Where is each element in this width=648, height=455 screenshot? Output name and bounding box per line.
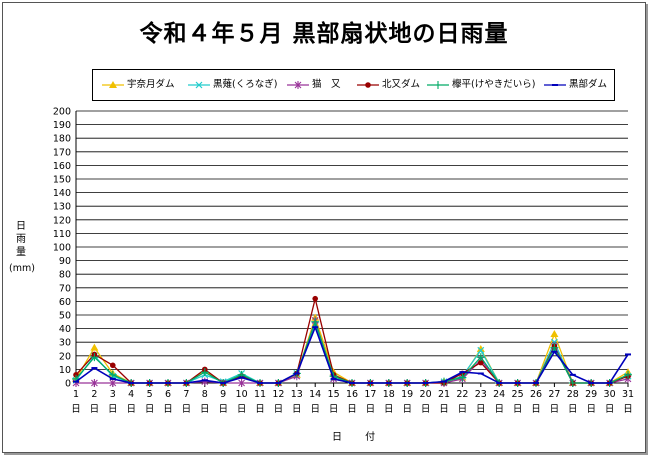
series-1 bbox=[72, 313, 632, 386]
y-tick-label: 100 bbox=[53, 243, 71, 254]
series-line bbox=[75, 322, 629, 384]
x-tick-suffix: 日 bbox=[402, 404, 412, 415]
data-point bbox=[90, 343, 99, 351]
x-tick-label: 15 bbox=[328, 389, 340, 400]
x-tick-label: 29 bbox=[585, 389, 597, 400]
x-tick-label: 24 bbox=[493, 389, 505, 400]
x-tick-label: 28 bbox=[567, 389, 579, 400]
x-tick-suffix: 日 bbox=[568, 404, 578, 415]
x-tick-label: 26 bbox=[530, 389, 542, 400]
x-tick-label: 27 bbox=[548, 389, 560, 400]
series-4 bbox=[73, 295, 631, 386]
x-tick-suffix: 日 bbox=[347, 404, 357, 415]
x-tick-label: 31 bbox=[622, 389, 634, 400]
series-line bbox=[75, 319, 629, 384]
x-tick-label: 12 bbox=[272, 389, 284, 400]
y-tick-label: 20 bbox=[59, 351, 71, 362]
x-tick-label: 20 bbox=[420, 389, 432, 400]
data-point bbox=[312, 295, 319, 302]
x-tick-suffix: 日 bbox=[531, 404, 541, 415]
y-tick-label: 140 bbox=[53, 188, 71, 199]
x-tick-suffix: 日 bbox=[71, 404, 81, 415]
x-tick-suffix: 日 bbox=[513, 404, 523, 415]
x-tick-suffix: 日 bbox=[476, 404, 486, 415]
y-tick-label: 30 bbox=[59, 338, 71, 349]
y-tick-label: 10 bbox=[59, 365, 71, 376]
x-tick-label: 8 bbox=[202, 389, 208, 400]
y-tick-label: 160 bbox=[53, 161, 71, 172]
x-tick-suffix: 日 bbox=[494, 404, 504, 415]
x-tick-suffix: 日 bbox=[458, 404, 468, 415]
x-tick-label: 16 bbox=[346, 389, 358, 400]
y-tick-label: 130 bbox=[53, 202, 71, 213]
x-tick-suffix: 日 bbox=[126, 404, 136, 415]
x-tick-label: 18 bbox=[383, 389, 395, 400]
x-tick-suffix: 日 bbox=[550, 404, 560, 415]
y-tick-label: 50 bbox=[59, 311, 71, 322]
x-tick-suffix: 日 bbox=[623, 404, 633, 415]
x-tick-label: 14 bbox=[309, 389, 321, 400]
x-tick-label: 7 bbox=[183, 389, 189, 400]
x-tick-label: 4 bbox=[128, 389, 134, 400]
data-point bbox=[110, 362, 116, 369]
x-tick-label: 11 bbox=[254, 389, 266, 400]
series-line bbox=[75, 298, 629, 384]
x-tick-suffix: 日 bbox=[200, 404, 210, 415]
x-tick-label: 17 bbox=[364, 389, 376, 400]
x-tick-suffix: 日 bbox=[237, 404, 247, 415]
x-tick-suffix: 日 bbox=[218, 404, 228, 415]
x-tick-suffix: 日 bbox=[586, 404, 596, 415]
y-tick-label: 150 bbox=[53, 175, 71, 186]
series-line bbox=[76, 318, 629, 384]
x-tick-suffix: 日 bbox=[255, 404, 265, 415]
x-tick-label: 13 bbox=[291, 389, 303, 400]
x-tick-suffix: 日 bbox=[163, 404, 173, 415]
x-tick-suffix: 日 bbox=[292, 404, 302, 415]
x-tick-label: 22 bbox=[456, 389, 468, 400]
y-tick-label: 40 bbox=[59, 324, 71, 335]
x-tick-suffix: 日 bbox=[274, 404, 284, 415]
x-tick-suffix: 日 bbox=[329, 404, 339, 415]
x-tick-label: 10 bbox=[236, 389, 248, 400]
y-tick-label: 120 bbox=[53, 215, 71, 226]
series-line bbox=[75, 324, 629, 384]
series-6 bbox=[73, 324, 631, 384]
x-tick-suffix: 日 bbox=[421, 404, 431, 415]
x-tick-label: 19 bbox=[401, 389, 413, 400]
y-tick-label: 60 bbox=[59, 297, 71, 308]
y-tick-label: 80 bbox=[59, 270, 71, 281]
x-tick-label: 23 bbox=[475, 389, 487, 400]
x-tick-label: 25 bbox=[512, 389, 524, 400]
x-tick-label: 2 bbox=[91, 389, 97, 400]
y-tick-label: 90 bbox=[59, 256, 71, 267]
line-chart: 0102030405060708090100110120130140150160… bbox=[53, 107, 634, 416]
x-tick-suffix: 日 bbox=[605, 404, 615, 415]
y-tick-label: 200 bbox=[53, 107, 71, 118]
x-tick-suffix: 日 bbox=[90, 404, 100, 415]
data-point bbox=[550, 330, 559, 338]
y-tick-label: 70 bbox=[59, 283, 71, 294]
x-tick-suffix: 日 bbox=[384, 404, 394, 415]
x-tick-label: 30 bbox=[604, 389, 616, 400]
x-tick-suffix: 日 bbox=[145, 404, 155, 415]
x-tick-label: 3 bbox=[110, 389, 116, 400]
y-tick-label: 110 bbox=[53, 229, 71, 240]
x-tick-label: 9 bbox=[220, 389, 226, 400]
x-tick-label: 6 bbox=[165, 389, 171, 400]
y-tick-label: 0 bbox=[65, 379, 71, 390]
y-tick-label: 180 bbox=[53, 134, 71, 145]
x-tick-suffix: 日 bbox=[310, 404, 320, 415]
x-tick-suffix: 日 bbox=[439, 404, 449, 415]
y-tick-label: 170 bbox=[53, 147, 71, 158]
y-tick-label: 190 bbox=[53, 120, 71, 131]
x-tick-suffix: 日 bbox=[366, 404, 376, 415]
x-tick-label: 21 bbox=[438, 389, 450, 400]
x-tick-label: 1 bbox=[73, 389, 79, 400]
series-line bbox=[75, 315, 629, 384]
x-tick-suffix: 日 bbox=[182, 404, 192, 415]
x-tick-suffix: 日 bbox=[108, 404, 118, 415]
x-tick-label: 5 bbox=[147, 389, 153, 400]
